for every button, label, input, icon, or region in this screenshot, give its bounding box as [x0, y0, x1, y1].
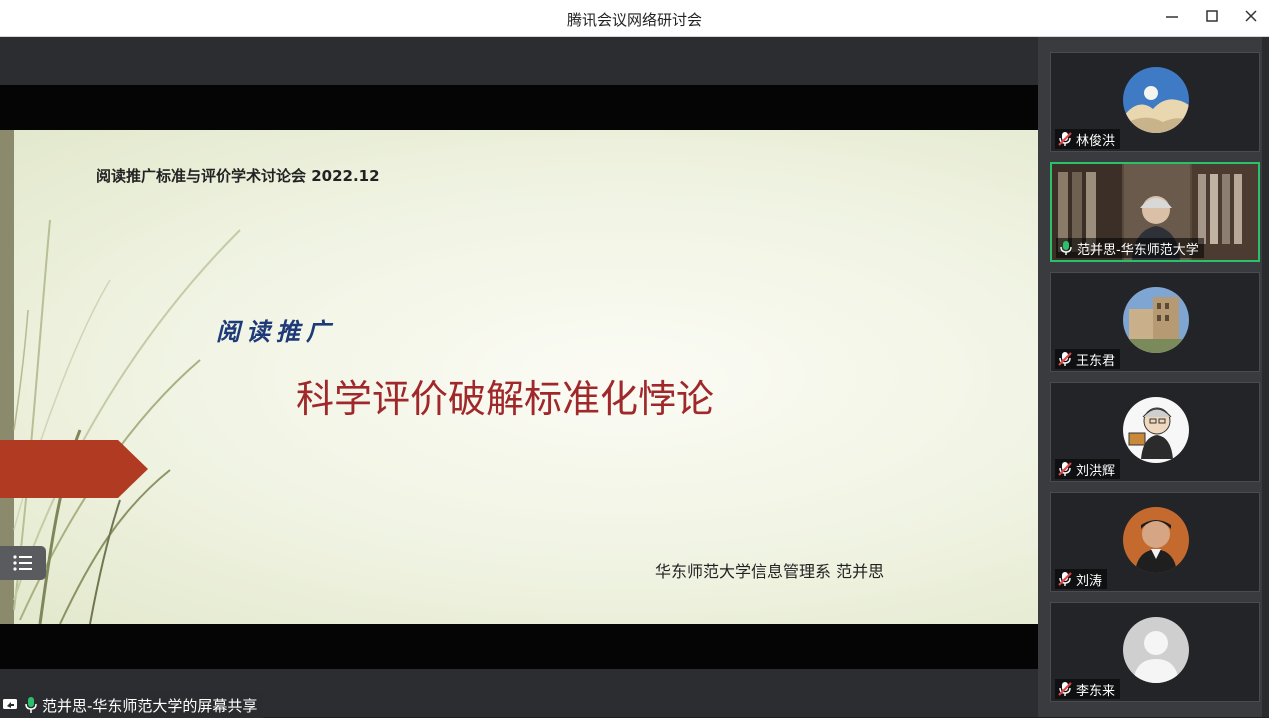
mic-muted-icon [1058, 572, 1072, 586]
participant-tile[interactable]: 林俊洪 [1050, 52, 1260, 152]
participant-name: 李东来 [1076, 683, 1116, 699]
mic-on-icon [1060, 241, 1072, 255]
presentation-slide: 阅读推广标准与评价学术讨论会 2022.12 阅读推广 科学评价破解标准化悖论 … [0, 130, 1038, 624]
slide-author: 华东师范大学信息管理系 范并思 [655, 562, 885, 581]
default-person-icon [1123, 617, 1189, 683]
shared-screen-area: 阅读推广标准与评价学术讨论会 2022.12 阅读推广 科学评价破解标准化悖论 … [0, 37, 1038, 718]
maximize-icon[interactable] [1200, 7, 1224, 31]
title-bar: 腾讯会议网络研讨会 [0, 0, 1269, 37]
avatar [1123, 617, 1189, 683]
participant-tile[interactable]: 李东来 [1050, 602, 1260, 702]
participant-tile[interactable]: 刘洪辉 [1050, 382, 1260, 482]
participant-name: 范并思-华东师范大学 [1077, 242, 1199, 258]
participant-name: 林俊洪 [1076, 133, 1116, 149]
participant-tile-active[interactable]: 范并思-华东师范大学 [1050, 162, 1260, 262]
participant-namebar: 王东君 [1055, 349, 1121, 369]
mic-muted-icon [1058, 352, 1072, 366]
participant-namebar: 范并思-华东师范大学 [1056, 238, 1204, 258]
participant-namebar: 刘洪辉 [1055, 459, 1121, 479]
participant-namebar: 林俊洪 [1055, 129, 1121, 149]
participant-namebar: 刘涛 [1055, 569, 1108, 589]
slide-menu-button[interactable] [0, 546, 46, 580]
participant-scrollbar[interactable] [1262, 37, 1269, 717]
avatar [1123, 507, 1189, 573]
screen-share-status: 范并思-华东师范大学的屏幕共享 [0, 692, 264, 718]
participant-name: 刘洪辉 [1076, 463, 1116, 479]
mic-muted-icon [1058, 682, 1072, 696]
meeting-line: 阅读推广标准与评价学术讨论会 2022.12 [96, 167, 380, 185]
participant-name: 刘涛 [1076, 573, 1103, 589]
screen-share-label: 范并思-华东师范大学的屏幕共享 [42, 696, 258, 715]
mic-on-icon [25, 697, 37, 713]
screen-share-icon [3, 699, 17, 709]
window-title: 腾讯会议网络研讨会 [566, 11, 702, 29]
avatar [1123, 287, 1189, 353]
avatar [1123, 67, 1189, 133]
minimize-icon[interactable] [1160, 7, 1184, 31]
participant-namebar: 李东来 [1055, 679, 1121, 699]
participant-tile[interactable]: 王东君 [1050, 272, 1260, 372]
arrow-shape-icon [0, 440, 148, 498]
mic-muted-icon [1058, 132, 1072, 146]
list-icon [13, 555, 32, 571]
slide-title: 科学评价破解标准化悖论 [296, 377, 715, 421]
participant-panel: 林俊洪 范并思-华东师范大学 王东君 刘洪辉 刘涛 李东来 [1038, 37, 1269, 717]
avatar [1123, 397, 1189, 463]
letterbox-top [0, 85, 1038, 130]
close-icon[interactable] [1239, 7, 1263, 31]
participant-name: 王东君 [1076, 353, 1116, 369]
mic-muted-icon [1058, 462, 1072, 476]
letterbox-bottom [0, 624, 1038, 669]
participant-tile[interactable]: 刘涛 [1050, 492, 1260, 592]
slide-subtitle: 阅读推广 [216, 317, 336, 346]
